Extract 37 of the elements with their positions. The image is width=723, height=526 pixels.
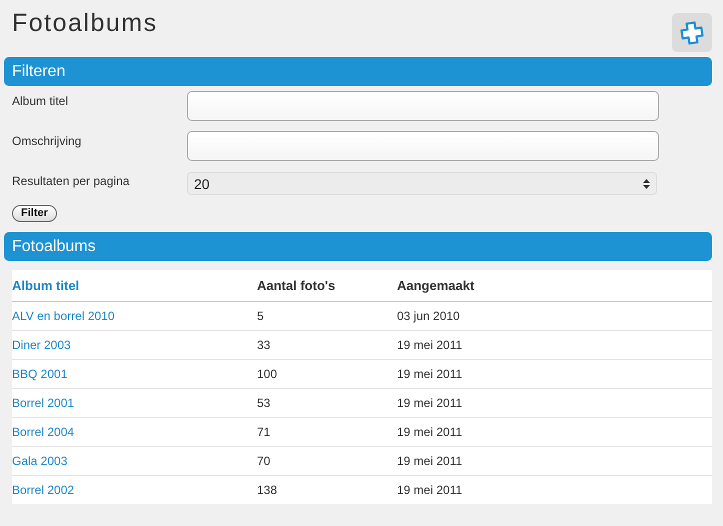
section-header: Filteren bbox=[4, 57, 712, 86]
section-header: Fotoalbums bbox=[4, 232, 712, 261]
table-cell: 5 bbox=[257, 309, 264, 323]
column-header[interactable]: Album titel bbox=[12, 278, 80, 293]
input-field[interactable] bbox=[187, 131, 659, 161]
table-cell: 100 bbox=[257, 367, 278, 381]
album-link[interactable]: Borrel 2001 bbox=[12, 396, 74, 410]
updown-icon bbox=[643, 178, 650, 188]
table-cell: 19 mei 2011 bbox=[397, 367, 462, 381]
field-label: Omschrijving bbox=[12, 133, 82, 148]
table-cell: 19 mei 2011 bbox=[397, 483, 462, 497]
album-link[interactable]: Borrel 2002 bbox=[12, 483, 74, 497]
field-label: Album titel bbox=[12, 93, 70, 108]
table-cell: 33 bbox=[257, 338, 270, 352]
plus-icon bbox=[680, 20, 704, 44]
album-link[interactable]: ALV en borrel 2010 bbox=[12, 309, 115, 323]
table-cell: 19 mei 2011 bbox=[397, 396, 462, 410]
table-cell: 53 bbox=[257, 396, 270, 410]
table-cell: 138 bbox=[257, 483, 278, 497]
table-cell: 19 mei 2011 bbox=[397, 454, 462, 468]
table-cell: 70 bbox=[257, 454, 270, 468]
table-cell: 19 mei 2011 bbox=[397, 425, 462, 439]
add-button[interactable] bbox=[672, 13, 712, 52]
table-cell: 19 mei 2011 bbox=[397, 338, 462, 352]
album-link[interactable]: Diner 2003 bbox=[12, 338, 71, 352]
table-cell: 03 jun 2010 bbox=[397, 309, 460, 323]
filter-button[interactable]: Filter bbox=[12, 205, 57, 222]
album-link[interactable]: Borrel 2004 bbox=[12, 425, 74, 439]
column-header: Aangemaakt bbox=[397, 278, 474, 293]
column-header: Aantal foto's bbox=[257, 278, 336, 293]
field-label: Resultaten per pagina bbox=[12, 173, 130, 188]
select-field[interactable]: 20 bbox=[187, 172, 657, 195]
page-title: Fotoalbums bbox=[12, 8, 158, 38]
album-link[interactable]: Gala 2003 bbox=[12, 454, 68, 468]
table-cell: 71 bbox=[257, 425, 270, 439]
album-link[interactable]: BBQ 2001 bbox=[12, 367, 68, 381]
input-field[interactable] bbox=[187, 91, 659, 121]
